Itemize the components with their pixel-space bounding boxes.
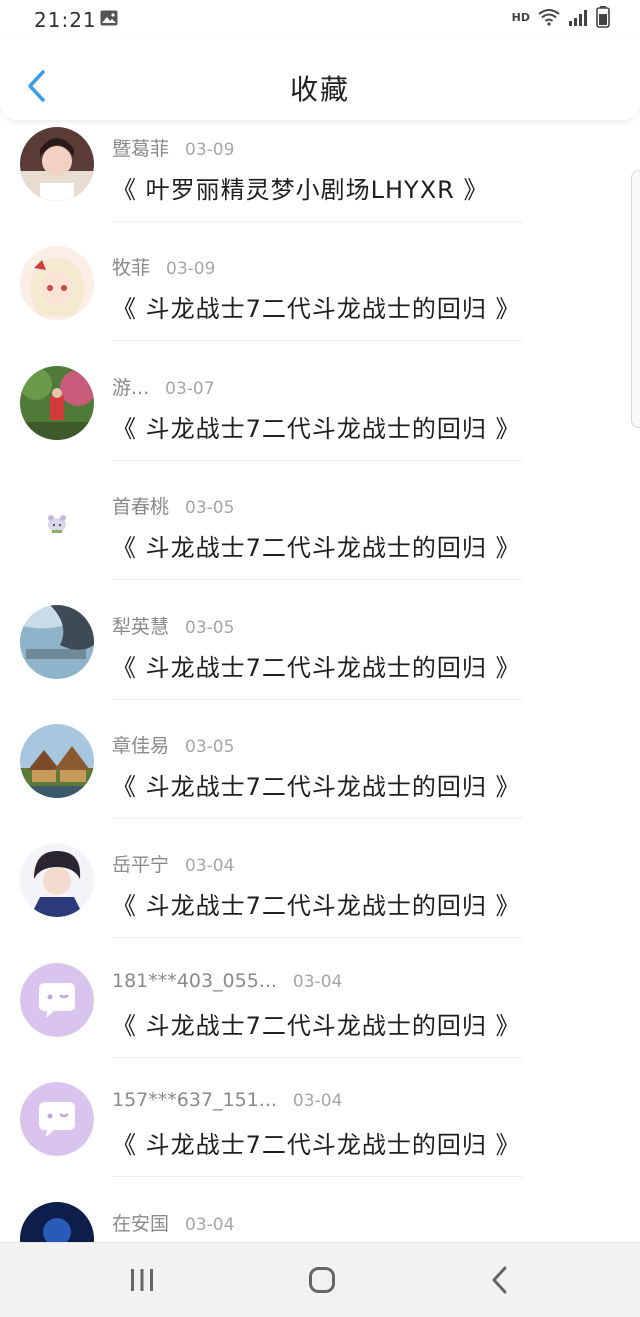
avatar (20, 246, 94, 321)
status-bar: 21:21 HD (0, 0, 640, 38)
divider (112, 579, 522, 581)
signal-icon (569, 10, 587, 26)
user-name: 在安国 (112, 1212, 170, 1235)
work-title[interactable]: 《 斗龙战士7二代斗龙战士的回归 》 (112, 289, 521, 324)
divider (112, 1056, 522, 1058)
favorite-date: 03-07 (165, 378, 215, 399)
avatar (20, 604, 94, 679)
work-title[interactable]: 《 斗龙战士7二代斗龙战士的回归 》 (112, 1006, 521, 1041)
list-item[interactable]: 暨葛菲 03-09 《 叶罗丽精灵梦小剧场LHYXR 》 (0, 120, 640, 239)
anime-boy-icon (20, 843, 94, 918)
wifi-icon (538, 9, 560, 26)
favorite-date: 03-05 (185, 736, 235, 757)
divider (112, 817, 522, 819)
page-title: 收藏 (289, 73, 350, 106)
divider (112, 698, 522, 700)
divider (112, 459, 522, 461)
scroll-indicator[interactable] (631, 170, 640, 428)
favorite-date: 03-04 (292, 1091, 343, 1112)
avatar (20, 843, 94, 918)
list-item[interactable]: 犁英慧 03-05 《 斗龙战士7二代斗龙战士的回归 》 (0, 598, 640, 717)
system-navigation-bar (0, 1242, 640, 1317)
user-name: 游... (112, 376, 150, 399)
user-name: 犁英慧 (112, 615, 170, 638)
list-item[interactable]: 章佳易 03-05 《 斗龙战士7二代斗龙战士的回归 》 (0, 717, 640, 836)
divider (112, 1176, 522, 1178)
favorites-list: 暨葛菲 03-09 《 叶罗丽精灵梦小剧场LHYXR 》 牧菲 03-09 《 … (0, 120, 640, 1314)
work-title[interactable]: 《 斗龙战士7二代斗龙战士的回归 》 (112, 648, 521, 683)
list-item[interactable]: 首春桃 03-05 《 斗龙战士7二代斗龙战士的回归 》 (0, 478, 640, 597)
mouse-icon (20, 485, 94, 560)
work-title[interactable]: 《 斗龙战士7二代斗龙战士的回归 》 (112, 767, 521, 802)
favorite-date: 03-09 (166, 259, 216, 280)
list-item[interactable]: 牧菲 03-09 《 斗龙战士7二代斗龙战士的回归 》 (0, 239, 640, 358)
status-icons: HD (512, 6, 610, 28)
default-chat-avatar-icon (20, 1082, 94, 1157)
avatar (20, 962, 94, 1037)
user-name: 章佳易 (112, 734, 170, 757)
work-title[interactable]: 《 斗龙战士7二代斗龙战士的回归 》 (112, 528, 521, 563)
default-chat-avatar-icon (20, 962, 94, 1037)
battery-icon (596, 6, 610, 28)
back-nav-icon[interactable] (480, 1263, 520, 1297)
status-time: 21:21 (34, 8, 97, 32)
user-name: 首春桃 (112, 496, 170, 519)
user-name: 181***403_055... (112, 969, 277, 992)
recent-apps-icon[interactable] (122, 1263, 162, 1297)
work-title[interactable]: 《 斗龙战士7二代斗龙战士的回归 》 (112, 409, 521, 444)
divider (112, 340, 522, 342)
divider (112, 937, 522, 939)
avatar (20, 127, 94, 201)
home-icon[interactable] (302, 1263, 342, 1297)
favorite-date: 03-05 (185, 498, 235, 519)
list-item[interactable]: 181***403_055... 03-04 《 斗龙战士7二代斗龙战士的回归 … (0, 956, 640, 1075)
hd-label: HD (511, 10, 530, 24)
list-item[interactable]: 157***637_151... 03-04 《 斗龙战士7二代斗龙战士的回归 … (0, 1075, 640, 1194)
divider (112, 221, 522, 222)
favorite-date: 03-04 (185, 856, 235, 877)
blue-photo-icon (20, 604, 94, 679)
list-item[interactable]: 游... 03-07 《 斗龙战士7二代斗龙战士的回归 》 (0, 359, 640, 478)
favorite-date: 03-09 (185, 140, 235, 160)
user-name: 岳平宁 (112, 854, 170, 877)
list-item[interactable]: 岳平宁 03-04 《 斗龙战士7二代斗龙战士的回归 》 (0, 836, 640, 955)
girl-photo-icon (20, 127, 94, 201)
favorite-date: 03-04 (292, 971, 343, 992)
favorite-date: 03-04 (185, 1214, 235, 1235)
user-name: 暨葛菲 (112, 138, 170, 160)
work-title[interactable]: 《 斗龙战士7二代斗龙战士的回归 》 (112, 886, 521, 921)
gallery-notification-icon (100, 10, 118, 26)
top-app-bar: 收藏 (0, 38, 640, 120)
favorite-date: 03-05 (185, 617, 235, 638)
work-title[interactable]: 《 叶罗丽精灵梦小剧场LHYXR 》 (112, 170, 488, 205)
avatar (20, 1082, 94, 1157)
user-name: 157***637_151... (112, 1089, 277, 1112)
avatar (20, 485, 94, 560)
cottage-photo-icon (20, 723, 94, 798)
work-title[interactable]: 《 斗龙战士7二代斗龙战士的回归 》 (112, 1125, 521, 1160)
avatar (20, 365, 94, 440)
anime-girl-icon (20, 246, 94, 321)
park-photo-icon (20, 365, 94, 440)
user-name: 牧菲 (112, 257, 151, 280)
avatar (20, 723, 94, 798)
